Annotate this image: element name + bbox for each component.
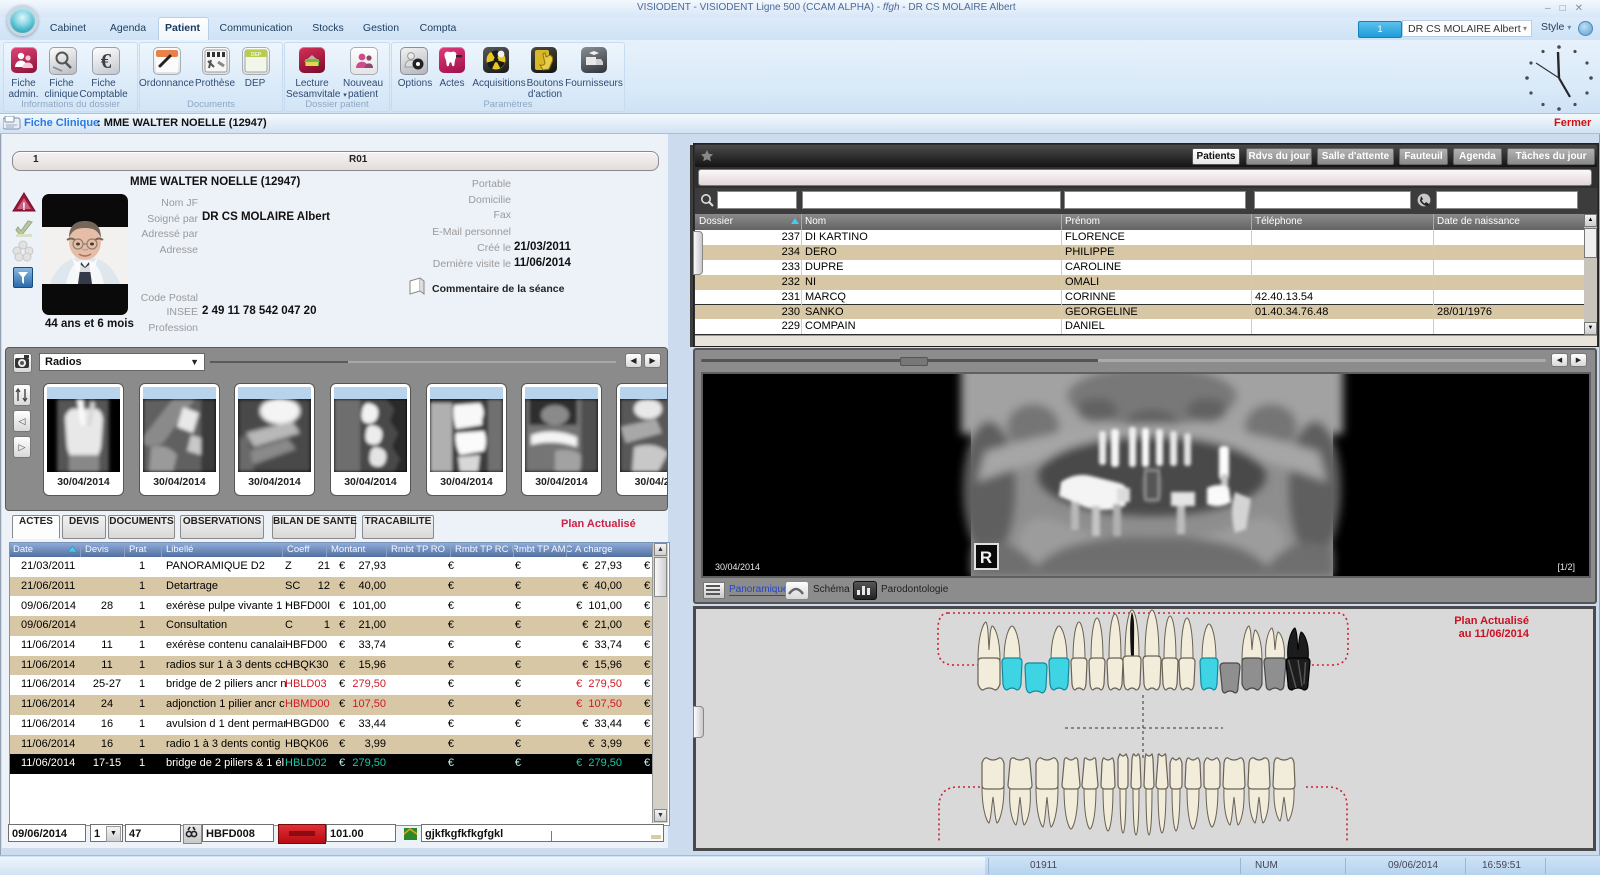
svg-text:30/04/2014: 30/04/2014 [715, 562, 760, 572]
svg-text:[1/2]: [1/2] [1557, 562, 1575, 572]
svg-text:€: € [101, 49, 112, 73]
svg-text:R: R [980, 548, 992, 567]
svg-text:DEP: DEP [251, 52, 262, 58]
